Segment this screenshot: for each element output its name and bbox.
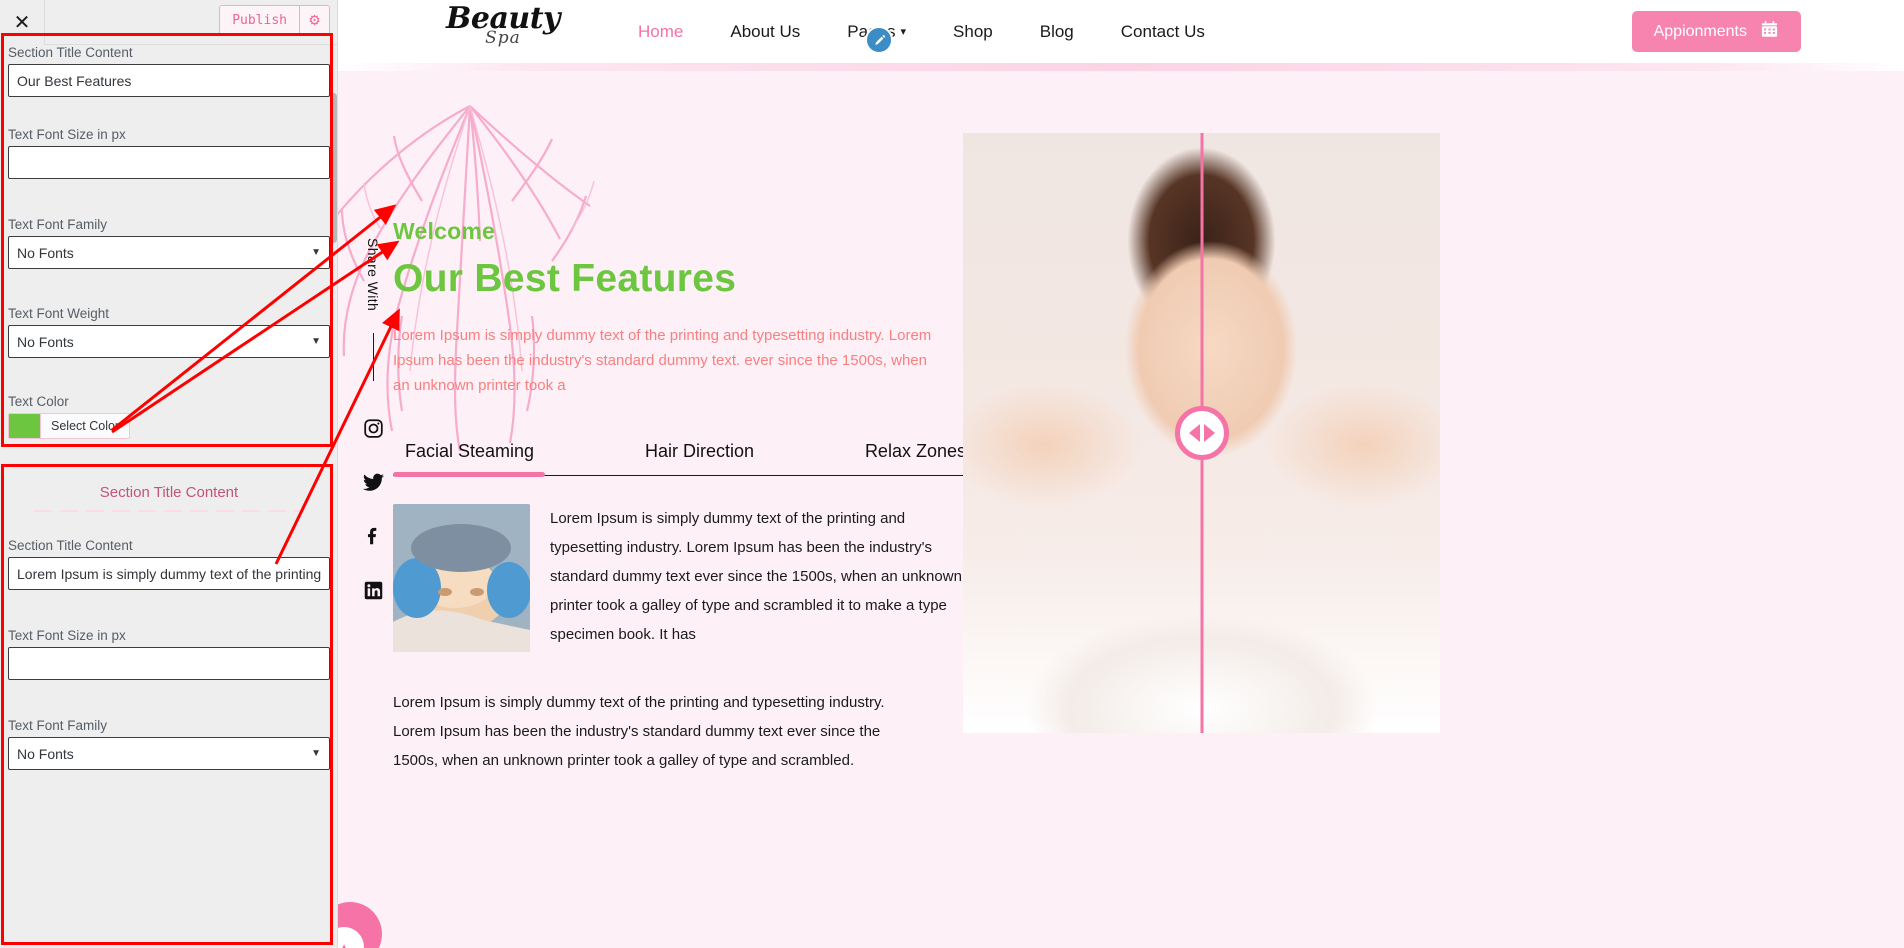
calendar-icon <box>1760 20 1779 44</box>
text-font-weight-field-1: Text Font Weight No Fonts ▼ <box>0 306 337 358</box>
color-swatch-1[interactable] <box>8 413 40 439</box>
hero-top-divider <box>338 63 1904 71</box>
text-font-family-field-1: Text Font Family No Fonts ▼ <box>0 217 337 269</box>
section-preview-2: Section Title Content <box>0 467 337 512</box>
facial-steaming-photo <box>393 504 530 652</box>
chevron-down-icon: ▾ <box>900 26 907 38</box>
share-with-label: Share With <box>365 238 381 312</box>
site-logo[interactable]: Beauty Spa <box>438 4 568 47</box>
hero-paragraph: Lorem Ipsum is simply dummy text of the … <box>393 327 932 394</box>
active-tab-indicator <box>393 472 545 477</box>
section-title-field-2: Section Title Content <box>0 538 337 590</box>
main-navigation: Home About Us Pages ▾ Shop Blog Contact … <box>638 0 1205 63</box>
text-font-family-select-1[interactable]: No Fonts ▼ <box>8 236 330 269</box>
nav-item-about-us[interactable]: About Us <box>730 22 800 42</box>
close-icon[interactable]: ✕ <box>0 0 45 45</box>
nav-label-shop: Shop <box>953 21 993 41</box>
text-font-size-field-2: Text Font Size in px <box>0 628 337 680</box>
publish-button-group[interactable]: Publish ⚙ <box>219 5 330 36</box>
nav-item-shop[interactable]: Shop <box>953 22 993 42</box>
section-title-field-1: Section Title Content <box>0 45 337 97</box>
nav-item-home[interactable]: Home <box>638 22 683 42</box>
text-font-family-value-2: No Fonts <box>17 745 74 762</box>
section-title-input-1[interactable] <box>8 64 330 97</box>
text-color-field-1: Text Color Select Color <box>0 394 337 439</box>
tab-underline <box>393 472 978 477</box>
hero-content: Welcome Our Best Features Lorem Ipsum is… <box>393 218 973 398</box>
site-header: Beauty Spa Home About Us Pages ▾ Shop <box>338 0 1904 63</box>
text-font-size-label-2: Text Font Size in px <box>8 628 126 643</box>
tab-hair-direction[interactable]: Hair Direction <box>645 441 754 475</box>
appointments-label: Appionments <box>1653 22 1747 40</box>
comparison-slider-handle[interactable] <box>1174 406 1229 460</box>
customizer-scroll-area: Section Title Content Text Font Size in … <box>0 45 337 948</box>
tab-relax-zones[interactable]: Relax Zones <box>865 441 966 475</box>
text-font-weight-value-1: No Fonts <box>17 333 74 350</box>
hero-eyebrow: Welcome <box>393 218 495 244</box>
hero-title: Our Best Features <box>393 257 737 300</box>
nav-item-contact-us[interactable]: Contact Us <box>1121 22 1205 42</box>
section-title-label-1: Section Title Content <box>8 45 133 60</box>
nav-label-blog: Blog <box>1039 21 1074 41</box>
publish-button[interactable]: Publish <box>220 6 299 35</box>
text-color-label-1: Text Color <box>8 394 69 409</box>
section-title-label-2: Section Title Content <box>8 538 133 553</box>
text-font-family-field-2: Text Font Family No Fonts ▼ <box>0 718 337 770</box>
tab-paragraph-1: Lorem Ipsum is simply dummy text of the … <box>550 510 962 643</box>
left-arrow-icon <box>1188 424 1200 442</box>
nav-label-about-us: About Us <box>730 21 801 41</box>
site-preview: Beauty Spa Home About Us Pages ▾ Shop <box>338 0 1904 948</box>
text-font-family-label-1: Text Font Family <box>8 217 108 232</box>
gear-icon[interactable]: ⚙ <box>299 6 329 35</box>
linkedin-icon[interactable] <box>360 577 386 603</box>
right-arrow-icon <box>1203 424 1215 442</box>
text-font-size-input-1[interactable] <box>8 146 330 179</box>
text-font-size-label-1: Text Font Size in px <box>8 127 126 142</box>
text-font-family-select-2[interactable]: No Fonts ▼ <box>8 737 330 770</box>
tab-list: Facial Steaming Hair Direction Relax Zon… <box>393 441 978 475</box>
appointments-button[interactable]: Appionments <box>1631 11 1801 52</box>
section-title-input-2[interactable] <box>8 557 330 590</box>
twitter-icon[interactable] <box>360 469 386 495</box>
text-font-weight-select-1[interactable]: No Fonts ▼ <box>8 325 330 358</box>
tab-paragraph-2: Lorem Ipsum is simply dummy text of the … <box>393 694 885 769</box>
features-tabs: Facial Steaming Hair Direction Relax Zon… <box>393 441 978 652</box>
screenshot-root: ✕ Publish ⚙ Section Title Content Text F… <box>0 0 1904 948</box>
instagram-icon[interactable] <box>360 415 386 441</box>
tab-facial-steaming[interactable]: Facial Steaming <box>405 441 534 475</box>
nav-label-contact-us: Contact Us <box>1120 21 1205 41</box>
chevron-down-icon: ▼ <box>311 336 321 347</box>
nav-item-blog[interactable]: Blog <box>1040 22 1074 42</box>
chevron-down-icon: ▼ <box>311 748 321 759</box>
tab-panel: Lorem Ipsum is simply dummy text of the … <box>393 504 978 652</box>
text-color-picker-1[interactable]: Select Color <box>8 413 330 439</box>
text-font-size-field-1: Text Font Size in px <box>0 127 337 179</box>
text-font-size-input-2[interactable] <box>8 647 330 680</box>
text-font-family-value-1: No Fonts <box>17 244 74 261</box>
facebook-icon[interactable] <box>360 523 386 549</box>
text-font-weight-label-1: Text Font Weight <box>8 306 110 321</box>
chevron-down-icon: ▼ <box>311 247 321 258</box>
section-preview-heading-2: Section Title Content <box>99 484 239 501</box>
customizer-scrollbar[interactable] <box>330 93 337 243</box>
theme-customizer-panel: ✕ Publish ⚙ Section Title Content Text F… <box>0 0 338 948</box>
customizer-topbar: ✕ Publish ⚙ <box>0 0 337 45</box>
preview-divider <box>34 510 304 512</box>
pencil-icon[interactable] <box>865 26 893 54</box>
hero-section: Share With Welcome Our Best Features Lor… <box>338 63 1904 948</box>
select-color-button-1[interactable]: Select Color <box>40 413 131 439</box>
before-after-comparison[interactable] <box>963 133 1440 733</box>
text-font-family-label-2: Text Font Family <box>8 718 108 733</box>
rail-divider <box>372 333 374 382</box>
nav-label-home: Home <box>638 21 684 41</box>
